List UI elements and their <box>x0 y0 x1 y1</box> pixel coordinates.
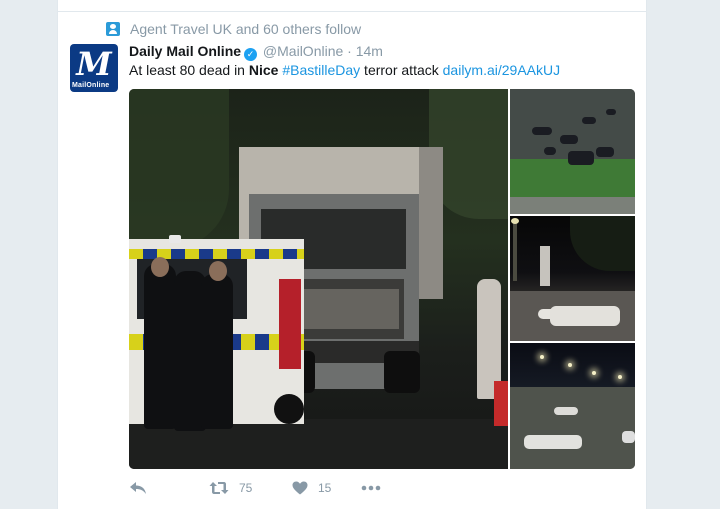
thumb-figure <box>606 109 616 115</box>
thumb-sheet <box>524 435 582 449</box>
thumb-palm <box>570 216 635 271</box>
retweet-button[interactable]: 75 <box>209 481 292 495</box>
thumb-road <box>510 387 635 469</box>
tweet-card[interactable]: Agent Travel UK and 60 others follow M M… <box>57 0 647 509</box>
follow-person-icon <box>106 22 120 36</box>
tweet-text: At least 80 dead in Nice #BastilleDay te… <box>129 61 560 79</box>
divider <box>58 11 646 12</box>
van-red-panel <box>279 279 301 369</box>
thumb-grass <box>510 159 635 199</box>
thumb-figure <box>560 135 578 144</box>
social-context-text: Agent Travel UK and 60 others follow <box>130 21 362 37</box>
thumb-figure <box>544 147 556 155</box>
account-handle[interactable]: @MailOnline <box>263 43 343 59</box>
thumb-sheet <box>622 431 635 443</box>
separator-dot: · <box>347 43 352 59</box>
thumb-curb <box>510 197 635 214</box>
truck-cargo-shade <box>419 147 443 299</box>
url-link[interactable]: dailym.ai/29AAkUJ <box>443 62 561 78</box>
thumb-sheet <box>550 306 620 326</box>
thumb-lamp <box>513 221 517 281</box>
main-photo[interactable] <box>129 89 508 469</box>
retweet-count: 75 <box>239 481 253 495</box>
van-wheel <box>274 394 304 424</box>
red-object <box>494 381 508 426</box>
avatar-logo-letter: M <box>76 45 112 83</box>
photo-tree <box>129 89 229 249</box>
thumb-road <box>510 89 635 159</box>
tweet-text-start: At least 80 dead in <box>129 62 249 78</box>
tweet-header: Daily Mail Online ✓ @MailOnline · 14m <box>129 42 383 61</box>
avatar[interactable]: M MailOnline <box>70 44 118 92</box>
tweet-text-keyword: Nice <box>248 62 279 78</box>
thumb-figure <box>532 127 552 135</box>
thumb-street-light <box>540 355 544 359</box>
heart-icon <box>292 481 308 495</box>
thumb-lamp-light <box>511 218 519 224</box>
police-officer <box>201 274 233 429</box>
verified-badge-icon: ✓ <box>244 48 258 61</box>
social-context[interactable]: Agent Travel UK and 60 others follow <box>106 20 361 38</box>
thumb-street-light <box>592 371 596 375</box>
thumbnail-2[interactable] <box>510 216 635 341</box>
police-officer <box>144 264 176 429</box>
thumbnail-3[interactable] <box>510 343 635 469</box>
tweet-timestamp[interactable]: 14m <box>356 43 383 59</box>
thumb-street-light <box>618 375 622 379</box>
officer-head <box>209 261 227 281</box>
tweet-actions: 75 15 <box>129 476 381 500</box>
van-light <box>169 235 181 243</box>
more-dots-icon <box>361 485 381 491</box>
hashtag-link[interactable]: #BastilleDay <box>282 62 360 78</box>
officer-head <box>151 257 169 277</box>
thumbnail-1[interactable] <box>510 89 635 214</box>
thumb-figure <box>540 246 550 286</box>
reply-button[interactable] <box>129 481 209 495</box>
thumb-sheet <box>554 407 578 415</box>
thumb-figure <box>582 117 596 124</box>
account-name[interactable]: Daily Mail Online <box>129 43 241 59</box>
more-options-button[interactable] <box>361 485 381 491</box>
thumb-figure <box>596 147 614 157</box>
avatar-logo-caption: MailOnline <box>72 82 110 89</box>
like-count: 15 <box>318 481 332 495</box>
tweet-text-end: terror attack <box>360 62 443 78</box>
truck-wheel <box>384 351 420 393</box>
retweet-icon <box>209 482 229 494</box>
media-grid <box>129 89 635 469</box>
reply-icon <box>130 482 146 494</box>
thumb-street-light <box>568 363 572 367</box>
like-button[interactable]: 15 <box>292 481 361 495</box>
thumb-figure <box>568 151 594 165</box>
